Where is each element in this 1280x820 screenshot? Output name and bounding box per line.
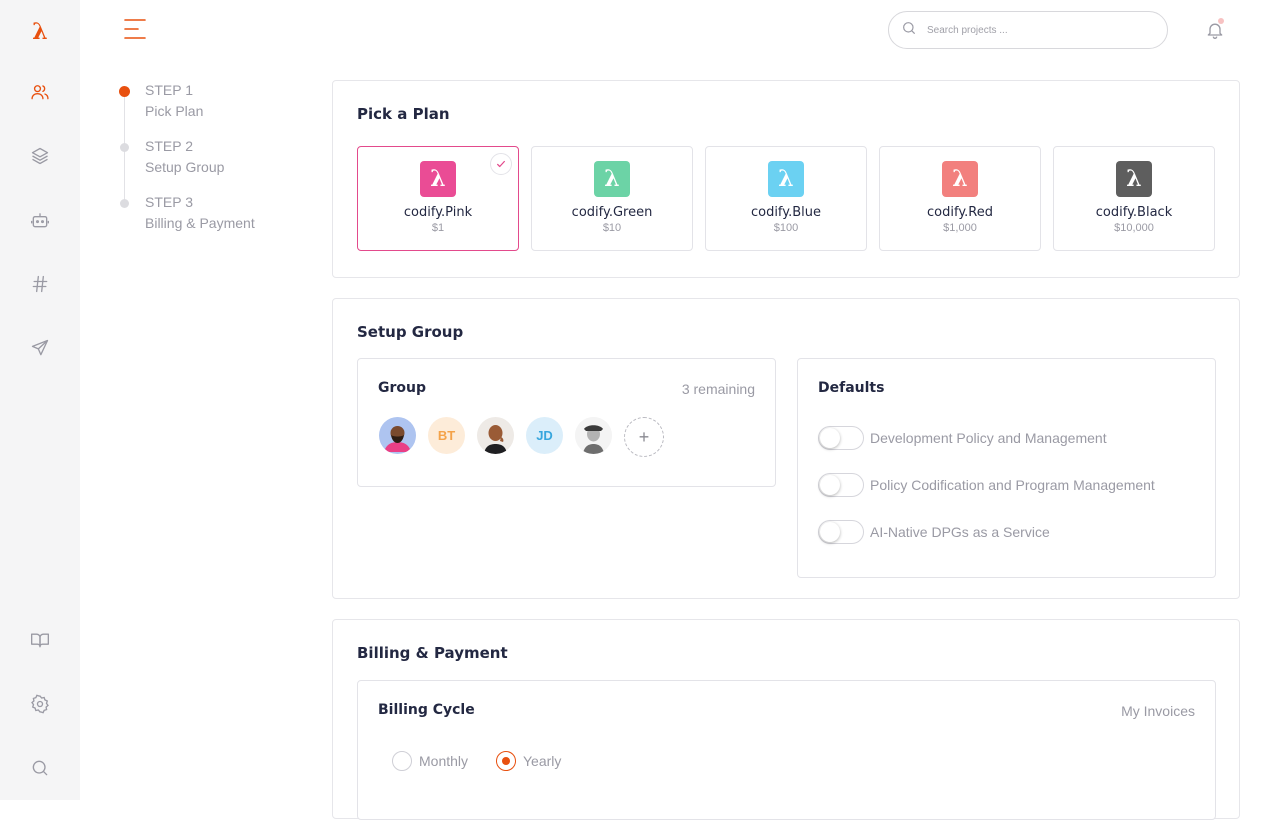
step-label: Billing & Payment xyxy=(145,215,255,231)
setup-group-card: Setup Group Group 3 remaining BT JD + De… xyxy=(332,298,1240,599)
pick-plan-card: Pick a Plan λ codify.Pink $1 λ codify.Gr… xyxy=(332,80,1240,278)
radio-label: Yearly xyxy=(523,753,562,769)
step-number: STEP 2 xyxy=(145,138,193,154)
plan-badge-icon: λ xyxy=(768,161,804,197)
left-nav-rail: λ xyxy=(0,0,80,800)
radio-label: Monthly xyxy=(419,753,469,769)
toggle-knob xyxy=(820,522,840,542)
step-number: STEP 3 xyxy=(145,194,193,210)
hash-icon[interactable] xyxy=(28,272,52,296)
plan-name: codify.Blue xyxy=(750,205,822,220)
toggle-label: Policy Codification and Program Manageme… xyxy=(870,477,1155,493)
section-title: Billing & Payment xyxy=(357,644,508,662)
remaining-count: 3 remaining xyxy=(681,381,755,397)
billing-card: Billing & Payment Billing Cycle My Invoi… xyxy=(332,619,1240,820)
step-indicator xyxy=(120,199,129,208)
toggle-switch[interactable] xyxy=(818,473,864,497)
toggle-knob xyxy=(820,475,840,495)
notifications-bell-icon[interactable] xyxy=(1205,18,1225,41)
avatar[interactable] xyxy=(379,417,416,454)
section-title: Pick a Plan xyxy=(357,105,450,123)
avatar[interactable] xyxy=(477,417,514,454)
plan-option-red[interactable]: λ codify.Red $1,000 xyxy=(879,146,1041,251)
brand-logo[interactable]: λ xyxy=(28,20,52,44)
toggle-knob xyxy=(820,428,840,448)
avatar[interactable] xyxy=(575,417,612,454)
plan-option-green[interactable]: λ codify.Green $10 xyxy=(531,146,693,251)
send-icon[interactable] xyxy=(28,336,52,360)
billing-option-monthly[interactable]: Monthly xyxy=(392,751,468,771)
toggle-label: Development Policy and Management xyxy=(870,430,1107,446)
step-indicator xyxy=(120,143,129,152)
plan-price: $10 xyxy=(602,222,622,234)
plan-badge-icon: λ xyxy=(942,161,978,197)
users-icon[interactable] xyxy=(28,80,52,104)
check-icon xyxy=(490,153,512,175)
defaults-panel: Defaults Development Policy and Manageme… xyxy=(797,358,1216,578)
plan-badge-icon: λ xyxy=(1116,161,1152,197)
plan-badge-icon: λ xyxy=(594,161,630,197)
plan-option-black[interactable]: λ codify.Black $10,000 xyxy=(1053,146,1215,251)
step-3[interactable]: STEP 3 Billing & Payment xyxy=(118,192,298,248)
member-avatars: BT JD + xyxy=(379,417,664,457)
billing-cycle-panel: Billing Cycle My Invoices Monthly Yearly xyxy=(357,680,1216,820)
billing-cycle-title: Billing Cycle xyxy=(378,702,475,718)
stepper: STEP 1 Pick Plan STEP 2 Setup Group STEP… xyxy=(118,80,298,248)
search-icon xyxy=(901,20,917,41)
robot-icon[interactable] xyxy=(28,208,52,232)
default-option: Development Policy and Management xyxy=(818,426,1107,450)
menu-toggle-icon[interactable] xyxy=(124,18,146,40)
notification-dot xyxy=(1218,18,1224,24)
default-option: AI-Native DPGs as a Service xyxy=(818,520,1050,544)
step-2[interactable]: STEP 2 Setup Group xyxy=(118,136,298,192)
step-indicator xyxy=(119,86,130,97)
plan-price: $1,000 xyxy=(943,222,977,234)
default-option: Policy Codification and Program Manageme… xyxy=(818,473,1155,497)
layers-icon[interactable] xyxy=(28,144,52,168)
plan-option-pink[interactable]: λ codify.Pink $1 xyxy=(357,146,519,251)
search-box[interactable] xyxy=(888,11,1168,49)
plan-price: $1 xyxy=(431,222,445,234)
plan-badge-icon: λ xyxy=(420,161,456,197)
book-icon[interactable] xyxy=(28,628,52,652)
group-panel: Group 3 remaining BT JD + xyxy=(357,358,776,487)
group-title: Group xyxy=(378,380,427,396)
plan-name: codify.Pink xyxy=(403,205,473,220)
plan-list: λ codify.Pink $1 λ codify.Green $10 λ co… xyxy=(357,146,1215,251)
radio-button[interactable] xyxy=(392,751,412,771)
plan-name: codify.Green xyxy=(571,205,653,220)
plan-name: codify.Red xyxy=(927,205,993,220)
step-1[interactable]: STEP 1 Pick Plan xyxy=(118,80,298,136)
settings-icon[interactable] xyxy=(28,692,52,716)
plan-price: $10,000 xyxy=(1114,222,1154,234)
plan-option-blue[interactable]: λ codify.Blue $100 xyxy=(705,146,867,251)
toggle-switch[interactable] xyxy=(818,520,864,544)
toggle-label: AI-Native DPGs as a Service xyxy=(870,524,1050,540)
plan-name: codify.Black xyxy=(1095,205,1173,220)
section-title: Setup Group xyxy=(357,323,464,341)
radio-button[interactable] xyxy=(496,751,516,771)
plan-price: $100 xyxy=(773,222,799,234)
avatar[interactable]: BT xyxy=(428,417,465,454)
toggle-switch[interactable] xyxy=(818,426,864,450)
billing-option-yearly[interactable]: Yearly xyxy=(496,751,561,771)
my-invoices-link[interactable]: My Invoices xyxy=(1121,703,1195,719)
add-member-button[interactable]: + xyxy=(624,417,664,457)
step-number: STEP 1 xyxy=(145,82,193,98)
search-icon[interactable] xyxy=(28,756,52,780)
step-label: Pick Plan xyxy=(145,103,204,119)
search-input[interactable] xyxy=(927,24,1127,36)
defaults-title: Defaults xyxy=(818,380,885,396)
avatar[interactable]: JD xyxy=(526,417,563,454)
step-label: Setup Group xyxy=(145,159,225,175)
